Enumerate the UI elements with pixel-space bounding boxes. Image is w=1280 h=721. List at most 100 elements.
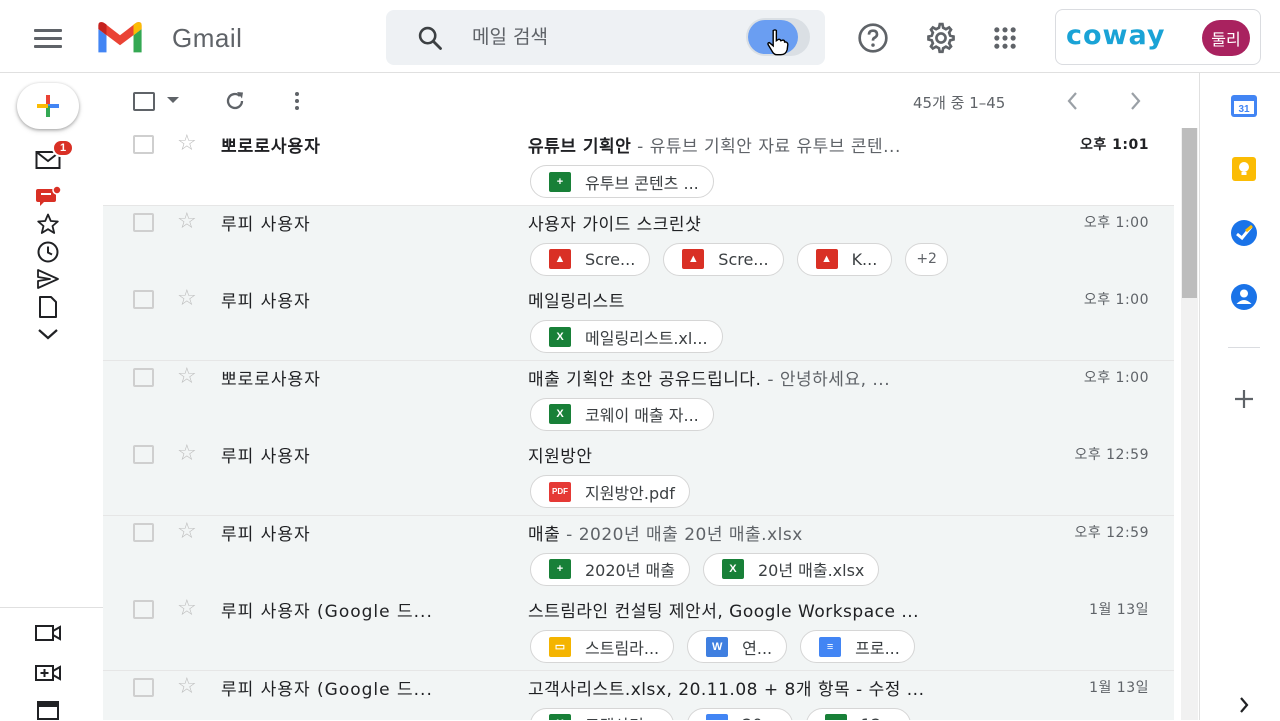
excel-file-icon: X	[549, 326, 571, 347]
new-meeting-icon[interactable]	[34, 661, 62, 685]
email-subject-line: 사용자 가이드 스크린샷	[528, 210, 701, 235]
email-row[interactable]: ☆ 루피 사용자 사용자 가이드 스크린샷 오후 1:00 ▲ Scre... ▲ S…	[103, 205, 1174, 284]
avatar[interactable]: 둘리	[1202, 20, 1250, 56]
email-sender: 뽀로로사용자	[221, 369, 321, 390]
attachment-name: Scre...	[585, 249, 636, 269]
attachment-chip[interactable]: ▲ K...	[796, 242, 893, 276]
star-icon[interactable]: ☆	[177, 208, 197, 233]
docs-file-icon: ≡	[819, 636, 842, 657]
snoozed-clock-icon[interactable]	[34, 240, 62, 264]
search-bar	[386, 10, 825, 65]
star-icon[interactable]: ☆	[177, 673, 197, 698]
gmail-logo[interactable]: Gmail	[92, 20, 242, 56]
attachment-chip[interactable]: ≡ 20...	[687, 707, 793, 720]
search-input[interactable]	[472, 22, 732, 52]
select-dropdown-icon[interactable]	[167, 97, 179, 103]
select-all-checkbox[interactable]	[133, 92, 155, 111]
star-icon[interactable]: ☆	[177, 518, 197, 543]
chevron-right-icon[interactable]	[1125, 89, 1145, 113]
attachment-name: 메일링리스트.xl...	[585, 328, 708, 348]
attachment-chip[interactable]: + 유투브 콘텐츠 ...	[530, 165, 714, 198]
attachment-chip[interactable]: X 메일링리스트.xl...	[530, 320, 723, 353]
star-icon[interactable]: ☆	[177, 441, 197, 465]
email-sender: 루피 사용자	[221, 292, 311, 312]
settings-gear-icon[interactable]	[925, 22, 957, 54]
excel-file-icon: X	[549, 404, 571, 424]
app-name: Gmail	[172, 22, 243, 53]
main-menu-button[interactable]	[26, 20, 70, 56]
attachment-chips: X 메일링리스트.xl...	[530, 320, 723, 353]
email-row[interactable]: ☆ 루피 사용자 매출 - 2020년 매출 20년 매출.xlsx 오후 12…	[103, 515, 1174, 594]
starred-icon[interactable]	[34, 212, 62, 236]
gmail-m-icon	[98, 22, 142, 53]
account-switcher[interactable]: coway 둘리	[1055, 9, 1261, 65]
row-checkbox[interactable]	[133, 677, 154, 697]
row-checkbox[interactable]	[133, 522, 154, 542]
compose-button[interactable]	[17, 83, 79, 129]
email-time: 오후 1:00	[1083, 214, 1149, 231]
star-icon[interactable]: ☆	[177, 363, 197, 388]
email-subject-line: 메일링리스트	[528, 287, 625, 312]
email-row[interactable]: ☆ 루피 사용자 지원방안 오후 12:59 PDF 지원방안.pdf	[103, 438, 1174, 516]
attachment-name: 고객사리...	[585, 712, 659, 720]
attachment-chip[interactable]: +12...	[805, 707, 912, 720]
tasks-icon[interactable]	[1230, 219, 1258, 247]
brand-logo: coway	[1066, 20, 1166, 51]
mail-toolbar: 45개 중 1–45	[103, 73, 1173, 128]
search-options-button[interactable]	[746, 18, 810, 56]
chevron-down-icon[interactable]	[34, 322, 62, 346]
star-icon[interactable]: ☆	[177, 596, 197, 620]
email-row[interactable]: ☆ 뽀로로사용자 유튜브 기획안 - 유튜브 기획안 자료 유투브 콘텐... …	[103, 128, 1174, 206]
more-attachments-chip[interactable]: +2	[905, 242, 948, 276]
help-icon[interactable]	[857, 22, 889, 54]
email-subject: 매출	[528, 524, 561, 545]
email-subject: 지원방안	[528, 447, 593, 467]
meet-video-icon[interactable]	[34, 621, 62, 645]
row-checkbox[interactable]	[133, 600, 154, 619]
drafts-icon[interactable]	[34, 295, 62, 319]
attachment-chip[interactable]: PDF 지원방안.pdf	[530, 475, 690, 508]
star-icon[interactable]: ☆	[177, 286, 197, 310]
calendar-meeting-icon[interactable]	[34, 697, 62, 721]
email-row[interactable]: ☆ 루피 사용자 메일링리스트 오후 1:00 X 메일링리스트.xl...	[103, 283, 1174, 361]
star-icon[interactable]: ☆	[177, 131, 197, 155]
attachment-chip[interactable]: X 고객사리...	[530, 707, 675, 720]
attachment-chip[interactable]: X 20년 매출.xlsx	[702, 552, 880, 586]
refresh-icon[interactable]	[223, 89, 247, 113]
email-sender: 루피 사용자 (Google 드...	[221, 602, 433, 622]
row-checkbox[interactable]	[133, 367, 154, 387]
email-row[interactable]: ☆ 루피 사용자 (Google 드... 스트림라인 컨설팅 제안서, Goo…	[103, 593, 1174, 671]
keep-notes-icon[interactable]	[1230, 155, 1258, 183]
apps-grid-icon[interactable]	[989, 22, 1021, 54]
email-list: ☆ 뽀로로사용자 유튜브 기획안 - 유튜브 기획안 자료 유투브 콘텐... …	[103, 128, 1174, 720]
svg-text:31: 31	[1238, 104, 1250, 115]
row-checkbox[interactable]	[133, 135, 154, 154]
row-checkbox[interactable]	[133, 212, 154, 232]
attachment-chip[interactable]: ▲ Scre...	[663, 242, 784, 276]
chevron-right-icon[interactable]	[1230, 691, 1258, 719]
calendar-icon[interactable]: 31	[1230, 91, 1258, 119]
attachment-chip[interactable]: ▲ Scre...	[530, 242, 651, 276]
inbox-unread-badge: 1	[52, 139, 74, 157]
email-subject: 유튜브 기획안	[528, 137, 632, 157]
email-row[interactable]: ☆ 루피 사용자 (Google 드... 고객사리스트.xlsx, 20.11…	[103, 670, 1174, 720]
search-icon[interactable]	[416, 24, 444, 52]
scrollbar-thumb[interactable]	[1182, 128, 1197, 298]
attachment-chip[interactable]: ≡ 프로...	[800, 630, 915, 663]
chat-icon[interactable]	[34, 184, 62, 208]
row-checkbox[interactable]	[133, 445, 154, 464]
attachment-name: 프로...	[855, 638, 900, 658]
email-row[interactable]: ☆ 뽀로로사용자 매출 기획안 초안 공유드립니다. - 안녕하세요, ... …	[103, 360, 1174, 439]
attachment-chip[interactable]: W 연...	[687, 630, 788, 663]
chevron-left-icon[interactable]	[1063, 89, 1083, 113]
contacts-icon[interactable]	[1230, 283, 1258, 311]
add-addon-plus-icon[interactable]	[1230, 385, 1258, 413]
attachment-chip[interactable]: +2020년 매출	[530, 552, 690, 586]
row-checkbox[interactable]	[133, 290, 154, 309]
attachment-chips: PDF 지원방안.pdf	[530, 475, 690, 508]
sent-icon[interactable]	[34, 267, 62, 291]
more-options-icon[interactable]	[287, 89, 307, 113]
word-file-icon: W	[706, 636, 729, 657]
attachment-chip[interactable]: X 코웨이 매출 자...	[530, 397, 714, 431]
attachment-chip[interactable]: ▭ 스트림라...	[530, 630, 675, 663]
